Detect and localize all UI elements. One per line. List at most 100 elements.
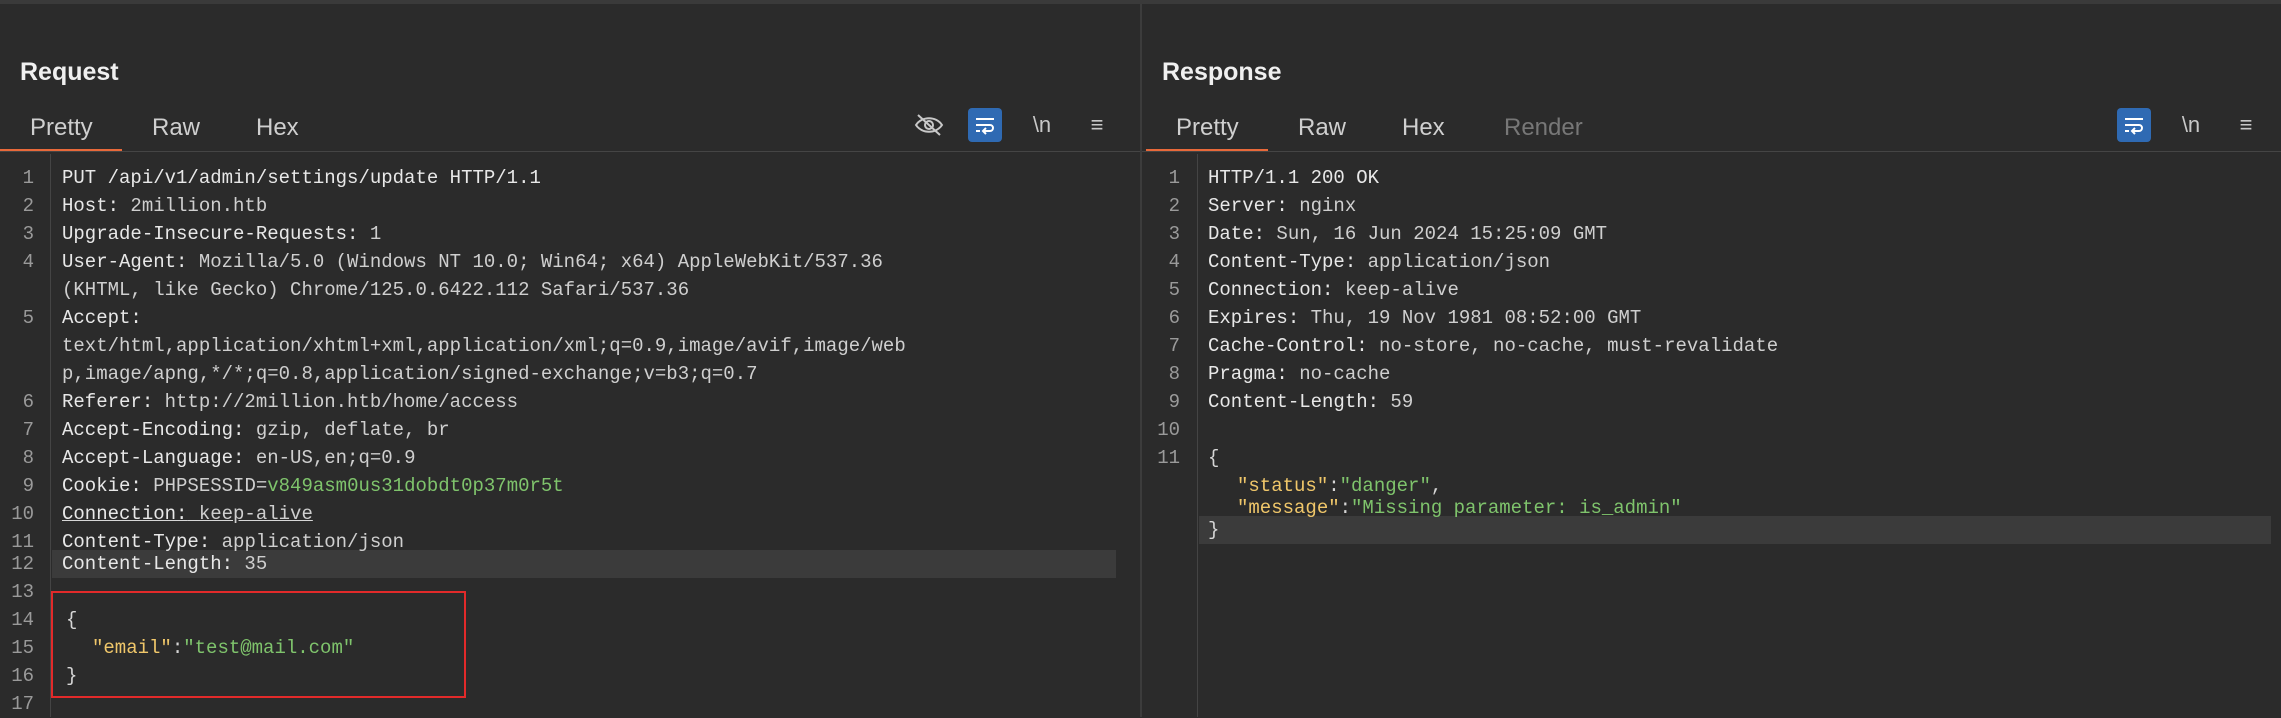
header-value: Thu, 19 Nov 1981 08:52:00 GMT [1299,307,1642,329]
wrap-lines-button[interactable] [2117,108,2151,142]
header-value: no-store, no-cache, must-revalidate [1367,335,1779,357]
line-number: 7 [22,419,34,441]
header-continuation: text/html,application/xhtml+xml,applicat… [62,332,906,360]
tab-pretty[interactable]: Pretty [1176,114,1239,142]
header-line: Accept: [62,304,142,332]
menu-icon[interactable]: ≡ [1080,108,1114,142]
response-pane: Response Pretty Raw Hex Render \n ≡ 1 HT… [1142,4,2281,717]
header-line: Referer: http://2million.htb/home/access [62,388,518,416]
header-line: Pragma: no-cache [1208,360,1390,388]
header-line: Upgrade-Insecure-Requests: 1 [62,220,381,248]
line-number: 8 [22,447,34,469]
header-name: Accept-Encoding: [62,419,245,441]
header-value: no-cache [1287,363,1391,385]
line-number: 12 [11,553,34,575]
status-line-text: HTTP/1.1 200 OK [1208,167,1380,189]
header-line: User-Agent: Mozilla/5.0 (Windows NT 10.0… [62,248,883,276]
line-number: 5 [22,307,34,329]
header-line: Content-Length: 59 [1208,388,1413,416]
wrap-lines-button[interactable] [968,108,1002,142]
json-colon: : [1339,497,1352,519]
request-pane: Request Pretty Raw Hex \n ≡ 1 PUT /api/v… [0,4,1140,717]
line-number: 15 [11,637,34,659]
header-name: Referer: [62,391,154,413]
line-number: 7 [1168,335,1180,357]
wrap-lines-icon [2125,118,2143,135]
json-string: "Missing parameter: is_admin" [1351,497,1682,519]
header-name: Content-Type: [1208,251,1357,273]
tab-render[interactable]: Render [1504,114,1583,142]
header-value: keep-alive [187,503,313,525]
header-name: Pragma: [1208,363,1288,385]
tab-hex[interactable]: Hex [256,114,299,142]
json-key: "message" [1237,497,1340,519]
tab-pretty[interactable]: Pretty [30,114,93,142]
header-line: Cookie: PHPSESSID=v849asm0us31dobdt0p37m… [62,472,564,500]
json-open-brace: { [1208,447,1220,469]
tab-raw[interactable]: Raw [152,114,200,142]
line-number: 9 [1168,391,1180,413]
header-line: Expires: Thu, 19 Nov 1981 08:52:00 GMT [1208,304,1641,332]
header-value: 1 [358,223,382,245]
header-line: Accept-Encoding: gzip, deflate, br [62,416,450,444]
header-value: (KHTML, like Gecko) Chrome/125.0.6422.11… [62,279,690,301]
line-number: 8 [1168,363,1180,385]
header-name: Cache-Control: [1208,335,1368,357]
hide-nonprintable-button[interactable] [912,108,946,142]
status-line: HTTP/1.1 200 OK [1208,164,1379,192]
line-number: 1 [22,167,34,189]
header-value: application/json [1356,251,1551,273]
header-value: http://2million.htb/home/access [153,391,519,413]
line-number: 16 [11,665,34,687]
header-name: Connection: [62,503,188,525]
line-number: 3 [1168,223,1180,245]
header-value: Mozilla/5.0 (Windows NT 10.0; Win64; x64… [187,251,883,273]
cookie-value: v849asm0us31dobdt0p37m0r5t [267,475,564,497]
tab-raw[interactable]: Raw [1298,114,1346,142]
header-name: Accept: [62,307,142,329]
tab-hex[interactable]: Hex [1402,114,1445,142]
header-name: Accept-Language: [62,447,245,469]
json-brace: } [1208,516,1219,544]
header-value: p,image/apng,*/*;q=0.8,application/signe… [62,363,758,385]
header-name: Upgrade-Insecure-Requests: [62,223,359,245]
show-newlines-button[interactable]: \n [1025,108,1059,142]
tabbar-separator [0,151,1140,152]
line-number: 3 [22,223,34,245]
highlight-box [51,591,466,698]
request-line: PUT /api/v1/admin/settings/update HTTP/1… [62,164,541,192]
header-value: 35 [233,553,268,575]
header-line: Content-Type: application/json [1208,248,1550,276]
header-value: keep-alive [1333,279,1459,301]
line-number: 4 [22,251,34,273]
header-name: Server: [1208,195,1288,217]
header-line: Accept-Language: en-US,en;q=0.9 [62,444,415,472]
header-name: Cookie: [62,475,142,497]
response-tabs: Pretty Raw Hex Render [1142,104,2281,152]
line-number: 1 [1168,167,1180,189]
line-number: 13 [11,581,34,603]
header-name: Host: [62,195,120,217]
request-line-text: PUT /api/v1/admin/settings/update HTTP/1… [62,167,541,189]
eye-slash-icon [914,114,944,136]
menu-icon[interactable]: ≡ [2229,108,2263,142]
line-number: 5 [1168,279,1180,301]
tabbar-separator [1142,151,2281,152]
response-editor[interactable]: 1 HTTP/1.1 200 OK 2 Server: nginx 3 Date… [1142,154,2281,717]
response-title: Response [1162,58,1282,86]
line-number: 2 [22,195,34,217]
header-value: Sun, 16 Jun 2024 15:25:09 GMT [1265,223,1608,245]
request-title: Request [20,58,119,86]
json-line: "message":"Missing parameter: is_admin" [1237,494,1682,522]
show-newlines-button[interactable]: \n [2174,108,2208,142]
header-continuation: p,image/apng,*/*;q=0.8,application/signe… [62,360,758,388]
header-name: Date: [1208,223,1266,245]
header-line: Connection: keep-alive [62,500,313,528]
header-value: text/html,application/xhtml+xml,applicat… [62,335,906,357]
line-number: 10 [1157,419,1180,441]
json-brace: { [1208,444,1219,472]
line-number: 17 [11,693,34,715]
json-close-brace: } [1208,519,1220,541]
line-number: 6 [1168,307,1180,329]
line-number: 11 [1157,447,1180,469]
